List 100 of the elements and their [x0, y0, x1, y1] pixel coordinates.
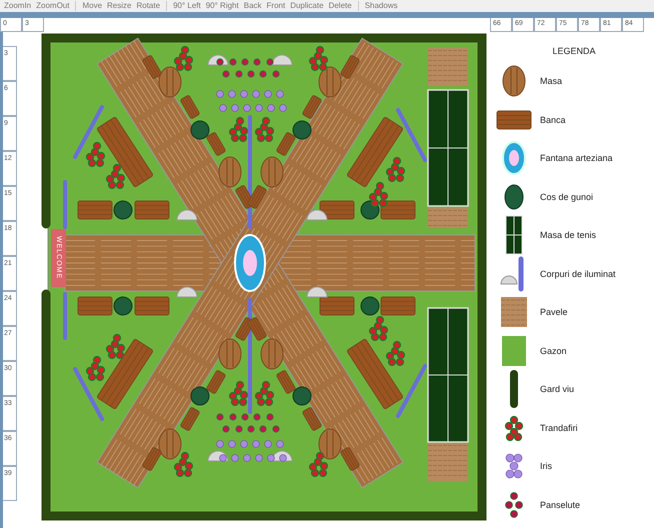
trash-bin [114, 296, 132, 316]
bench [246, 184, 268, 210]
rose-icon [504, 414, 524, 441]
toolbar-button[interactable]: 90° Left [173, 1, 201, 11]
bench [380, 200, 416, 220]
toolbar-button[interactable]: Shadows [364, 1, 398, 11]
rose-bed [368, 316, 388, 342]
rose-bed [254, 380, 274, 406]
lamp-post [63, 292, 67, 340]
toolbar-button[interactable]: ZoomIn [4, 1, 32, 11]
bench [276, 131, 296, 157]
bench [96, 338, 154, 410]
toolbar-button[interactable]: Resize [107, 1, 132, 11]
bench [134, 296, 170, 316]
toolbar-button[interactable]: Delete [328, 1, 352, 11]
bench [340, 54, 360, 80]
round-table [218, 338, 242, 370]
rose-bed [86, 356, 106, 382]
round-table [318, 66, 342, 98]
bench [134, 200, 170, 220]
trash-bin [360, 296, 380, 316]
rose-bed [174, 46, 194, 72]
bench [78, 200, 112, 220]
iris-bed [216, 440, 287, 462]
fountain-icon [502, 141, 526, 176]
toolbar-button[interactable]: Back [244, 1, 262, 11]
round-table [318, 428, 342, 460]
legend-label: Masa de tenis [540, 230, 596, 240]
legend-title: LEGENDA [552, 46, 596, 56]
bench [246, 316, 268, 342]
round-table [158, 66, 182, 98]
toolbar-button[interactable]: Rotate [136, 1, 160, 11]
bench-icon [496, 110, 532, 130]
round-table [218, 156, 242, 188]
legend-label: Pavele [540, 307, 568, 318]
toolbar-button[interactable]: Duplicate [290, 1, 324, 11]
table-icon [502, 65, 526, 98]
bench [346, 338, 404, 410]
toolbar-button[interactable]: Front [266, 1, 286, 11]
toolbar-button[interactable]: Move [82, 1, 102, 11]
rose-bed [228, 380, 248, 406]
rose-bed [386, 156, 406, 182]
bench [96, 116, 154, 188]
legend-label: Iris [540, 461, 552, 472]
legend-label: Gazon [540, 346, 567, 356]
round-table [260, 338, 284, 370]
legend-label: Cos de gunoi [540, 192, 594, 202]
bench [206, 131, 226, 157]
legend-label: Panselute [540, 500, 580, 510]
bench [346, 116, 404, 188]
lawn-icon [502, 336, 526, 366]
legend-label: Trandafiri [540, 422, 578, 433]
rose-bed [228, 116, 248, 142]
legend-label: Masa [540, 76, 562, 86]
legend-label: Corpuri de iluminat [540, 268, 616, 279]
toolbar-button[interactable]: ZoomOut [36, 1, 70, 11]
round-table [158, 428, 182, 460]
rose-bed [308, 46, 328, 72]
lamp-post [396, 364, 427, 418]
bench [78, 296, 112, 316]
round-table [260, 156, 284, 188]
bench [320, 296, 354, 316]
trash-bin-icon [504, 184, 524, 210]
paving [428, 443, 468, 481]
paving [428, 48, 468, 86]
trash-bin [292, 120, 312, 140]
rose-bed [106, 164, 126, 190]
lamp-post [73, 105, 104, 159]
hedge-icon [509, 369, 519, 410]
iris-bed [216, 90, 287, 112]
tennis-court-icon [505, 215, 523, 256]
rose-bed [174, 452, 194, 478]
pansy-bed [216, 58, 280, 78]
pansy-bed [216, 413, 280, 433]
fountain [234, 234, 266, 292]
legend-label: Fantana arteziana [540, 153, 613, 164]
rose-bed [368, 182, 388, 208]
bench [320, 200, 354, 220]
bench [142, 446, 162, 472]
rose-bed [308, 452, 328, 478]
bench [380, 296, 416, 316]
legend-label: Banca [540, 114, 566, 125]
trash-bin [190, 386, 210, 406]
bench [340, 446, 360, 472]
legend-label: Gard viu [540, 384, 574, 394]
toolbar-button[interactable]: 90° Right [206, 1, 239, 11]
paving-icon [501, 297, 527, 328]
lamp-post [63, 180, 67, 229]
rose-bed [386, 340, 406, 366]
rose-bed [86, 142, 106, 168]
bench [142, 54, 162, 80]
trash-bin [114, 200, 132, 220]
trash-bin [190, 120, 210, 140]
rose-bed [106, 334, 126, 360]
iris-icon [504, 452, 524, 480]
rose-bed [254, 116, 274, 142]
paving [428, 208, 468, 228]
pansy-icon [504, 492, 524, 518]
lamp-post [396, 108, 427, 162]
lamp-post [73, 367, 104, 421]
